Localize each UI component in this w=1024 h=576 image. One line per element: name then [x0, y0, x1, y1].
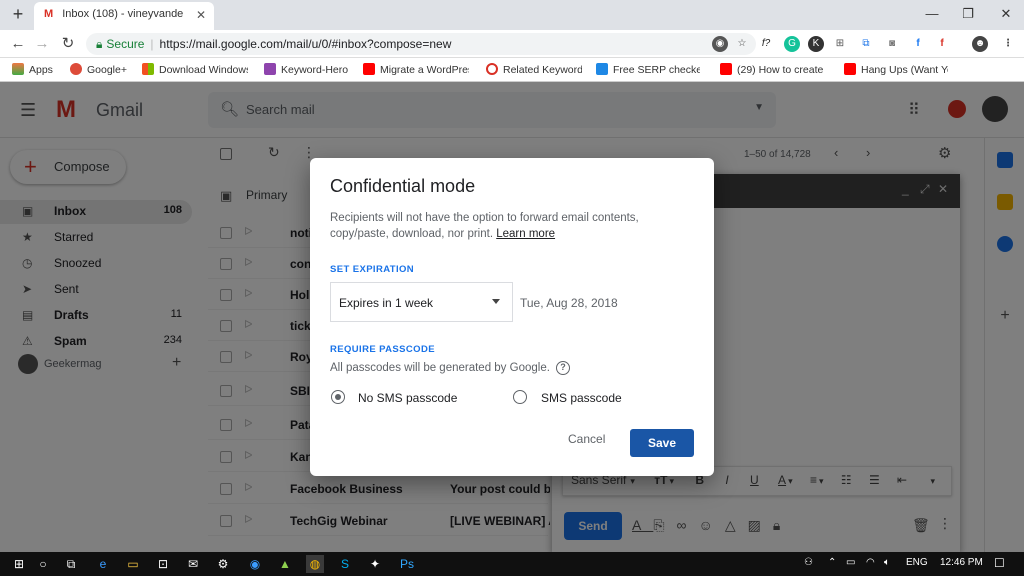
set-expiration-heading: SET EXPIRATION — [330, 264, 415, 275]
bookmark-star-icon[interactable]: ☆ — [734, 36, 750, 52]
flipboard-extension-icon[interactable]: f — [934, 36, 950, 52]
bookmark-how-to-create[interactable]: (29) How to create a — [720, 63, 826, 77]
app-icon[interactable]: ▲ — [276, 555, 294, 573]
dropdown-arrow-icon — [492, 299, 500, 304]
browser-tab-inbox[interactable]: M Inbox (108) - vineyvande ✕ — [34, 2, 214, 30]
dialog-title: Confidential mode — [330, 176, 476, 196]
learn-more-link[interactable]: Learn more — [496, 228, 555, 240]
youtube-icon — [363, 63, 375, 75]
passcode-hint: All passcodes will be generated by Googl… — [330, 362, 550, 374]
secure-label: Secure — [106, 37, 145, 51]
profile-avatar-icon[interactable]: ☻ — [972, 36, 988, 52]
sms-passcode-label[interactable]: SMS passcode — [541, 391, 622, 405]
minimize-icon[interactable]: — — [918, 4, 946, 24]
lock-icon: 🔒︎ — [96, 37, 103, 51]
cast-extension-icon[interactable]: ⧉ — [858, 36, 874, 52]
action-center-icon[interactable]: ☐ — [994, 556, 1005, 570]
confidential-mode-dialog: Confidential mode Recipients will not ha… — [310, 158, 714, 476]
save-button[interactable]: Save — [630, 429, 694, 457]
close-tab-icon[interactable]: ✕ — [196, 8, 206, 22]
bookmark-google-plus[interactable]: Google+ — [70, 63, 136, 77]
windows-taskbar: ⊞ ○ ⧉ e ▭ ⊡ ✉ ⚙ ◉ ▲ ◍ S ✦ Ps ⚇ ⌃ ▭ ◠ 🔈︎ … — [0, 552, 1024, 576]
volume-icon[interactable]: 🔈︎ — [884, 557, 890, 568]
bookmark-download-windows[interactable]: Download Windows — [142, 63, 248, 77]
plus-square-icon — [596, 63, 608, 75]
google-plus-icon — [70, 63, 82, 75]
expiration-date: Tue, Aug 28, 2018 — [520, 296, 618, 310]
cortana-search-icon[interactable]: ○ — [34, 555, 52, 573]
mail-icon[interactable]: ✉ — [184, 555, 202, 573]
reload-icon[interactable]: ↻ — [58, 34, 78, 54]
address-bar-row: ← → ↻ 🔒︎ Secure | https://mail.google.com/m… — [0, 30, 1024, 58]
photoshop-icon[interactable]: Ps — [398, 555, 416, 573]
no-sms-passcode-radio[interactable] — [331, 390, 345, 404]
gmail-favicon-icon: M — [44, 8, 54, 20]
forward-icon[interactable]: → — [32, 34, 52, 54]
require-passcode-heading: REQUIRE PASSCODE — [330, 344, 435, 355]
cancel-button[interactable]: Cancel — [568, 432, 605, 446]
store-icon[interactable]: ⊡ — [154, 555, 172, 573]
windows-logo-icon — [142, 63, 154, 75]
people-icon[interactable]: ⚇ — [804, 557, 813, 568]
grid-extension-icon[interactable]: ⊞ — [832, 36, 848, 52]
no-sms-passcode-label[interactable]: No SMS passcode — [358, 391, 457, 405]
bookmark-hang-ups[interactable]: Hang Ups (Want You — [844, 63, 948, 77]
youtube-icon — [844, 63, 856, 75]
app-icon[interactable]: ✦ — [366, 555, 384, 573]
opera-icon — [486, 63, 498, 75]
bookmark-free-serp-checker[interactable]: Free SERP checker - — [596, 63, 700, 77]
apps-grid-icon — [12, 63, 24, 75]
language-indicator[interactable]: ENG — [906, 557, 928, 568]
k-extension-icon[interactable]: K — [808, 36, 824, 52]
task-view-icon[interactable]: ⧉ — [62, 555, 80, 573]
battery-icon[interactable]: ▭ — [846, 557, 855, 568]
help-icon[interactable]: ? — [556, 361, 570, 375]
file-explorer-icon[interactable]: ▭ — [124, 555, 142, 573]
keyword-hero-icon — [264, 63, 276, 75]
new-tab-icon[interactable]: + — [8, 4, 28, 24]
bookmark-apps[interactable]: Apps — [12, 63, 62, 77]
bookmark-keyword-hero[interactable]: Keyword-Hero — [264, 63, 354, 77]
bookmarks-bar: Apps Google+ Download Windows Keyword-He… — [0, 58, 1024, 82]
url-bar[interactable]: 🔒︎ Secure | https://mail.google.com/mail/u/… — [86, 33, 756, 55]
extension-icon[interactable]: ◉ — [712, 36, 728, 52]
bookmark-related-keywords[interactable]: Related Keywords — [486, 63, 582, 77]
grammarly-icon[interactable]: G — [784, 36, 800, 52]
camera-extension-icon[interactable]: ◙ — [884, 36, 900, 52]
wifi-icon[interactable]: ◠ — [866, 557, 875, 568]
settings-icon[interactable]: ⚙ — [214, 555, 232, 573]
edge-icon[interactable]: e — [94, 555, 112, 573]
chrome-menu-icon[interactable]: ⋮ — [1000, 36, 1016, 52]
show-hidden-icons[interactable]: ⌃ — [828, 557, 836, 568]
sms-passcode-radio[interactable] — [513, 390, 527, 404]
app-icon[interactable]: ◉ — [246, 555, 264, 573]
close-window-icon[interactable]: ✕ — [992, 4, 1020, 24]
windows-start-icon[interactable]: ⊞ — [10, 555, 28, 573]
url-text: https://mail.google.com/mail/u/0/#inbox?… — [159, 37, 452, 51]
skype-icon[interactable]: S — [336, 555, 354, 573]
restore-icon[interactable]: ❐ — [954, 4, 982, 24]
back-icon[interactable]: ← — [8, 34, 28, 54]
browser-tab-bar: + M Inbox (108) - vineyvande ✕ — ❐ ✕ — [0, 0, 1024, 30]
tab-title: Inbox (108) - vineyvande — [62, 8, 184, 20]
youtube-icon — [720, 63, 732, 75]
fx-extension-icon[interactable]: f? — [758, 36, 774, 52]
expiration-select[interactable]: Expires in 1 week — [330, 282, 512, 322]
clock[interactable]: 12:46 PM — [940, 557, 983, 568]
facebook-extension-icon[interactable]: f — [910, 36, 926, 52]
dialog-description: Recipients will not have the option to f… — [330, 212, 639, 240]
chrome-taskbar-icon[interactable]: ◍ — [306, 555, 324, 573]
bookmark-migrate-wordpress[interactable]: Migrate a WordPres — [363, 63, 469, 77]
